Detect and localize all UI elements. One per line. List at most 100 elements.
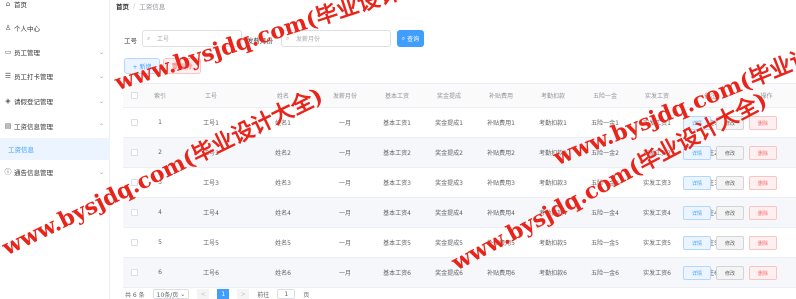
search-icon: ⌕ xyxy=(286,34,290,42)
next-page-button[interactable]: > xyxy=(237,289,250,299)
row-checkbox[interactable] xyxy=(123,228,145,257)
prev-page-button[interactable]: < xyxy=(197,289,210,299)
edit-button[interactable]: 修改 xyxy=(716,206,744,220)
detail-button[interactable]: 详情 xyxy=(683,266,711,280)
edit-button[interactable]: 修改 xyxy=(716,236,744,250)
table-cell: 基本工资4 xyxy=(383,210,411,217)
table-row: 4工号4姓名4一月基本工资4奖金提成4补贴费用4考勤扣款4五险一金4实发工资4备… xyxy=(123,198,796,228)
table-cell: 考勤扣款4 xyxy=(539,210,567,217)
sidebar-item-profile[interactable]: ♙ 个人中心 xyxy=(0,16,110,40)
search-icon: ⌕ xyxy=(401,34,406,42)
table-cell: 奖金提成4 xyxy=(435,210,463,217)
delete-button[interactable]: 删除 xyxy=(749,206,777,220)
delete-button[interactable]: 删除 xyxy=(749,116,777,130)
table-cell: 一月 xyxy=(338,240,351,247)
edit-button[interactable]: 修改 xyxy=(716,116,744,130)
table-cell: 一月 xyxy=(338,120,351,127)
app-window: ⌂ 首页 ♙ 个人中心 ▭ 员工管理 ⌄ ☰ 员工打卡管理 ⌄ ◈ 请假登记管理… xyxy=(0,0,796,299)
table-cell: 考勤扣款5 xyxy=(539,240,567,247)
table-row: 6工号6姓名6一月基本工资6奖金提成6补贴费用6考勤扣款6五险一金6实发工资6备… xyxy=(123,258,796,288)
sidebar-item-attendance[interactable]: ☰ 员工打卡管理 ⌄ xyxy=(0,64,110,88)
table-header-row: 索引 工号 姓名 发薪月份 基本工资 奖金提成 补贴费用 考勤扣款 五险一金 实发工资 备注 操作 xyxy=(123,84,796,108)
batch-delete-button[interactable]: 🗑 删除 xyxy=(163,58,201,74)
sidebar-item-salary[interactable]: ▤ 工资信息管理 ⌃ xyxy=(0,114,110,138)
chevron-down-icon: ⌄ xyxy=(98,97,104,105)
table-cell: 实发工资5 xyxy=(643,240,671,247)
delete-button-label: 删除 xyxy=(757,120,768,127)
row-checkbox[interactable] xyxy=(123,168,145,197)
query-button-label: 查询 xyxy=(407,36,420,43)
detail-button[interactable]: 详情 xyxy=(683,236,711,250)
table-cell: 姓名2 xyxy=(275,150,291,157)
table-cell: 五险一金3 xyxy=(591,180,619,187)
info-icon: ⓘ xyxy=(4,168,12,176)
employee-id-placeholder: 工号 xyxy=(157,36,170,43)
month-input[interactable]: ⌕ 发薪月份 xyxy=(281,30,391,47)
table-cell: 补贴费用4 xyxy=(487,210,515,217)
table-cell: 一月 xyxy=(338,180,351,187)
detail-button[interactable]: 详情 xyxy=(683,206,711,220)
row-checkbox[interactable] xyxy=(123,258,145,287)
select-all-checkbox[interactable] xyxy=(123,84,145,107)
page-size-select[interactable]: 10条/页 ⌄ xyxy=(152,289,190,299)
query-button[interactable]: ⌕ 查询 xyxy=(397,30,424,47)
row-checkbox[interactable] xyxy=(123,108,145,137)
sidebar-item-home[interactable]: ⌂ 首页 xyxy=(0,0,110,16)
page-number-current[interactable]: 1 xyxy=(217,289,230,299)
table-cell: 五险一金4 xyxy=(591,210,619,217)
table-cell: 考勤扣款1 xyxy=(539,120,567,127)
delete-button[interactable]: 删除 xyxy=(749,146,777,160)
edit-button-label: 修改 xyxy=(724,120,735,127)
row-checkbox[interactable] xyxy=(123,138,145,167)
chevron-down-icon: ⌄ xyxy=(98,168,104,176)
goto-label: 前往 xyxy=(257,291,270,299)
delete-button-label: 删除 xyxy=(757,270,768,277)
edit-button-label: 修改 xyxy=(724,240,735,247)
table-cell: 实发工资3 xyxy=(643,180,671,187)
column-header: 补贴费用 xyxy=(488,93,513,100)
table-cell: 基本工资3 xyxy=(383,180,411,187)
breadcrumb: 首页 / 工资信息 xyxy=(116,1,165,11)
sidebar-item-employees[interactable]: ▭ 员工管理 ⌄ xyxy=(0,40,110,64)
table-cell: 5 xyxy=(158,239,162,246)
delete-button[interactable]: 删除 xyxy=(749,236,777,250)
table-cell: 补贴费用5 xyxy=(487,240,515,247)
edit-button[interactable]: 修改 xyxy=(716,266,744,280)
detail-button[interactable]: 详情 xyxy=(683,146,711,160)
table-cell: 补贴费用6 xyxy=(487,270,515,277)
pagination: 共 6 条 10条/页 ⌄ < 1 > 前往 1 页 xyxy=(125,289,309,299)
sidebar-subitem-salary-info[interactable]: 工资信息 xyxy=(0,138,110,160)
breadcrumb-home[interactable]: 首页 xyxy=(116,1,129,11)
table-cell: 基本工资6 xyxy=(383,270,411,277)
delete-button[interactable]: 删除 xyxy=(749,176,777,190)
column-header: 五险一金 xyxy=(592,93,617,100)
table-cell: 一月 xyxy=(338,150,351,157)
chevron-down-icon: ⌄ xyxy=(98,48,104,56)
table-row: 2工号2姓名2一月基本工资2奖金提成2补贴费用2考勤扣款2五险一金2实发工资2备… xyxy=(123,138,796,168)
edit-button[interactable]: 修改 xyxy=(716,176,744,190)
detail-button[interactable]: 详情 xyxy=(683,176,711,190)
sidebar-item-leave[interactable]: ◈ 请假登记管理 ⌄ xyxy=(0,89,110,113)
table-cell: 工号5 xyxy=(203,240,219,247)
sidebar-item-label: 员工管理 xyxy=(14,49,40,57)
row-checkbox[interactable] xyxy=(123,198,145,227)
table-cell: 奖金提成6 xyxy=(435,270,463,277)
edit-button[interactable]: 修改 xyxy=(716,146,744,160)
sidebar-item-label: 员工打卡管理 xyxy=(14,73,53,81)
delete-button[interactable]: 删除 xyxy=(749,266,777,280)
table-cell: 五险一金2 xyxy=(591,150,619,157)
table-cell: 五险一金5 xyxy=(591,240,619,247)
salary-table: 索引 工号 姓名 发薪月份 基本工资 奖金提成 补贴费用 考勤扣款 五险一金 实发工资 备注 操作 1 工… xyxy=(123,83,796,288)
delete-button-label: 删除 xyxy=(757,180,768,187)
column-header: 备注 xyxy=(703,93,716,100)
detail-button[interactable]: 详情 xyxy=(683,116,711,130)
breadcrumb-current: 工资信息 xyxy=(139,3,166,11)
sidebar-item-notices[interactable]: ⓘ 通告信息管理 ⌄ xyxy=(0,160,110,184)
table-cell: 3 xyxy=(158,179,162,186)
trash-icon: 🗑 xyxy=(171,62,179,70)
employee-id-input[interactable]: ⌕ 工号 xyxy=(142,30,242,47)
table-cell: 姓名3 xyxy=(275,180,291,187)
add-button[interactable]: + 新增 xyxy=(124,58,160,74)
detail-button-label: 详情 xyxy=(691,240,702,247)
goto-page-input[interactable]: 1 xyxy=(277,289,296,299)
